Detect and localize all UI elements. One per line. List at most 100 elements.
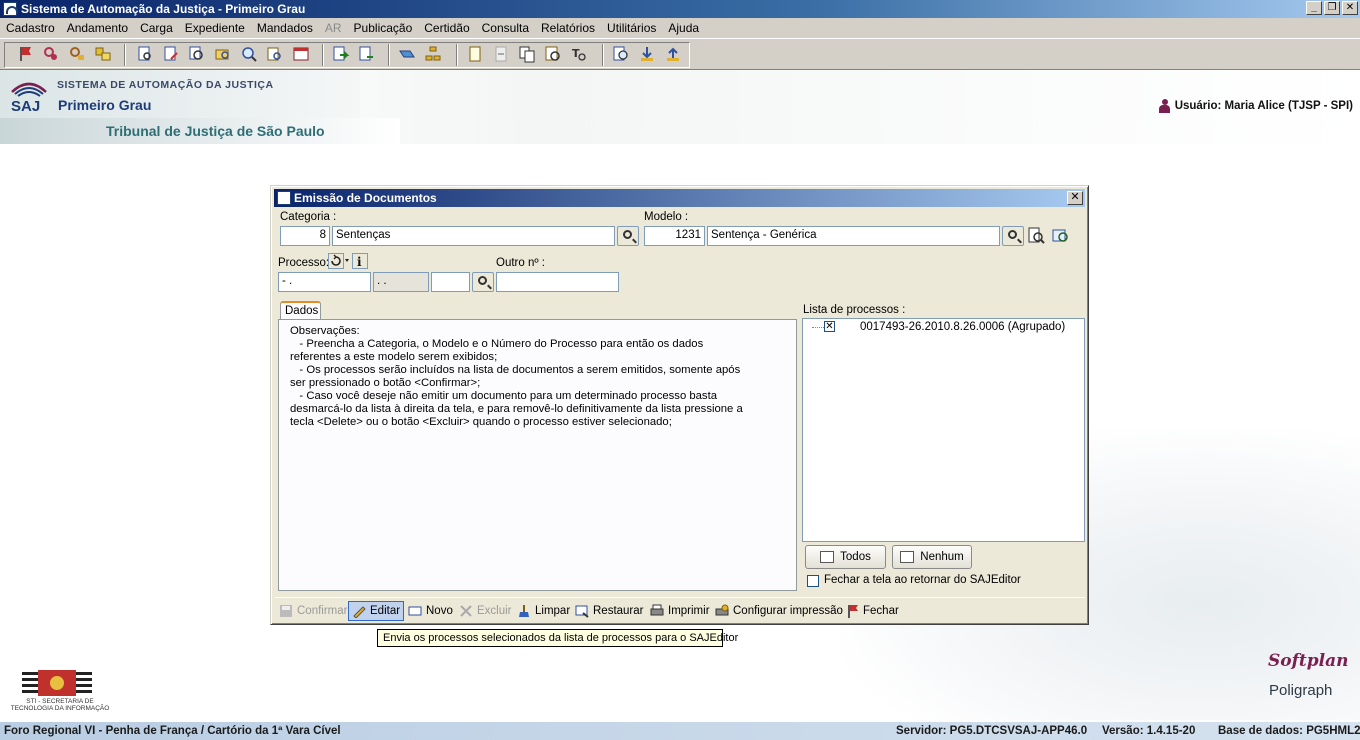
tribunal-title: Tribunal de Justiça de São Paulo [106,123,325,139]
info-icon[interactable]: i [352,253,368,269]
new-page-icon[interactable] [466,45,484,63]
toolbar-separator [124,44,126,66]
observacoes-text: Observações: - Preencha a Categoria, o M… [290,325,743,428]
nenhum-button[interactable]: Nenhum [892,545,972,569]
search-icon [623,230,632,239]
check-all-icon [820,551,835,563]
page-disabled-icon [495,46,507,62]
processo-origin-field[interactable] [431,272,470,292]
shape-icon[interactable] [398,45,416,63]
processo-court-field[interactable]: . . [373,272,429,292]
document-search-icon[interactable] [136,45,154,63]
list-item[interactable]: 0017493-26.2010.8.26.0006 (Agrupado) [860,321,1065,333]
menu-mandados[interactable]: Mandados [251,21,319,35]
menu-relatorios[interactable]: Relatórios [535,21,601,35]
processo-search-button[interactable] [472,272,494,292]
modelo-label: Modelo : [644,211,689,223]
uncheck-all-icon [900,551,915,563]
user-info: Usuário: Maria Alice (TJSP - SPI) [1158,99,1353,113]
zoom-document-icon[interactable] [612,45,630,63]
clip-icon[interactable] [42,45,60,63]
categoria-search-button[interactable] [617,226,639,246]
svg-text:i: i [357,255,362,269]
menu-cadastro[interactable]: Cadastro [0,21,61,35]
menu-andamento[interactable]: Andamento [61,21,134,35]
modelo-search-button[interactable] [1002,226,1024,246]
print-settings-icon [715,604,729,616]
configurar-impressao-button[interactable]: Configurar impressão [712,601,846,621]
categoria-code-field[interactable]: 8 [280,226,330,246]
restore-button[interactable]: ❐ [1324,1,1340,15]
model-details-icon[interactable] [1052,227,1070,245]
outro-label: Outro nº : [496,257,545,269]
tree-connector [812,327,824,328]
users-icon[interactable] [94,45,112,63]
calendar-icon[interactable] [292,45,310,63]
novo-button[interactable]: Novo [405,601,456,621]
process-list[interactable] [802,318,1085,542]
fechar-checkbox[interactable] [807,575,819,587]
report-search-icon[interactable] [266,45,284,63]
todos-button[interactable]: Todos [805,545,886,569]
menu-utilitarios[interactable]: Utilitários [601,21,662,35]
editar-button[interactable]: Editar [348,601,405,621]
limpar-button[interactable]: Limpar [514,601,573,621]
document-edit-icon[interactable] [162,45,180,63]
copy-pages-icon[interactable] [518,45,536,63]
menu-certidao[interactable]: Certidão [418,21,475,35]
toolbar: T [0,38,1360,70]
status-bar: Foro Regional VI - Penha de França / Car… [0,722,1360,740]
toolbar-separator [322,44,324,66]
preview-model-icon[interactable] [1027,227,1045,245]
categoria-label: Categoria : [280,211,337,223]
processo-number-field[interactable]: - . [278,272,371,292]
search-document-icon[interactable] [188,45,206,63]
menu-expediente[interactable]: Expediente [179,21,251,35]
modelo-name-field[interactable]: Sentença - Genérica [707,226,1000,246]
upload-icon[interactable] [664,45,682,63]
fechar-button[interactable]: Fechar [842,601,902,621]
menu-carga[interactable]: Carga [134,21,179,35]
window-controls: _ ❐ ✕ [1306,1,1358,15]
menu-ajuda[interactable]: Ajuda [662,21,705,35]
search-icon [478,276,487,285]
system-name: SISTEMA DE AUTOMAÇÃO DA JUSTIÇA [57,79,274,91]
preview-icon[interactable] [544,45,562,63]
menu-publicacao[interactable]: Publicação [348,21,419,35]
import-document-icon[interactable] [358,45,376,63]
dialog-close-button[interactable]: ✕ [1067,191,1083,205]
categoria-name-field[interactable]: Sentenças [332,226,615,246]
download-icon[interactable] [638,45,656,63]
history-dropdown-icon[interactable] [328,253,352,269]
processo-label: Processo: [278,257,330,269]
modelo-code-field[interactable]: 1231 [644,226,705,246]
user-label: Usuário: Maria Alice (TJSP - SPI) [1174,100,1353,112]
search-folder-icon[interactable] [214,45,232,63]
search-icon [1008,230,1017,239]
menu-consulta[interactable]: Consulta [476,21,535,35]
flag-icon[interactable] [16,45,34,63]
status-foro: Foro Regional VI - Penha de França / Car… [4,725,341,737]
forward-document-icon[interactable] [332,45,350,63]
minimize-button[interactable]: _ [1306,1,1322,15]
broom-icon [519,605,529,617]
restaurar-button[interactable]: Restaurar [572,601,647,621]
imprimir-button[interactable]: Imprimir [647,601,713,621]
app-icon [3,2,18,16]
restore-icon [575,605,589,618]
dialog-icon [277,191,291,205]
hierarchy-icon[interactable] [424,45,442,63]
magnifier-icon[interactable] [240,45,258,63]
tab-dados[interactable]: Dados [280,301,321,321]
close-button[interactable]: ✕ [1342,1,1358,15]
saj-logo: SAJ [11,82,47,114]
poligraph-logo: Poligraph [1269,682,1333,699]
save-icon [280,605,292,617]
tag-icon[interactable] [68,45,86,63]
toolbar-separator [388,44,390,66]
outro-numero-field[interactable] [496,272,619,292]
fechar-checkbox-label[interactable]: Fechar a tela ao retornar do SAJEditor [824,574,1021,586]
list-item-checkbox[interactable]: ✕ [824,321,835,332]
lista-label: Lista de processos : [803,304,906,316]
text-tool-icon[interactable]: T [570,45,588,63]
